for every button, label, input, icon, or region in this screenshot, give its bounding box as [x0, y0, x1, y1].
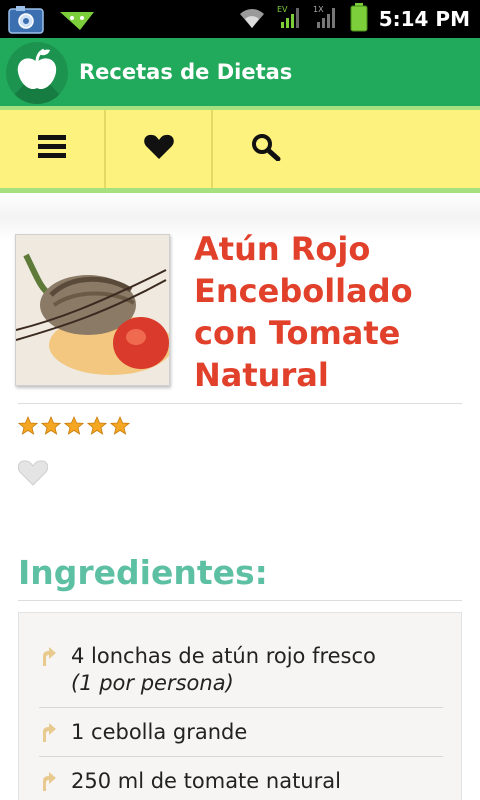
star-icon	[17, 415, 39, 440]
heart-outline-icon	[17, 460, 49, 491]
menu-icon	[38, 135, 66, 163]
star-icon	[109, 415, 131, 440]
svg-text:1X: 1X	[313, 5, 324, 14]
status-time: 5:14 PM	[378, 7, 470, 31]
toolbar	[0, 106, 480, 193]
arrow-icon	[39, 771, 59, 797]
recipe-title-line: con Tomate	[194, 314, 401, 352]
search-icon	[251, 133, 281, 165]
heart-icon	[143, 134, 174, 164]
camera-pro-icon	[8, 3, 48, 39]
ingredient-text: 250 ml de tomate natural	[71, 769, 341, 793]
menu-button[interactable]	[0, 110, 106, 188]
ingredients-list: 4 lonchas de atún rojo fresco (1 por per…	[18, 612, 462, 800]
apple-logo-icon[interactable]	[6, 42, 68, 104]
arrow-icon	[39, 722, 59, 748]
recipe-title-line: Atún Rojo	[194, 230, 371, 268]
svg-text:EV: EV	[277, 5, 288, 14]
list-separator	[39, 756, 443, 757]
recipe-photo	[15, 234, 170, 386]
ingredient-text: 4 lonchas de atún rojo fresco	[71, 644, 376, 668]
recipe-title-line: Encebollado	[194, 272, 413, 310]
recipe-title-line: Natural	[194, 356, 329, 394]
add-favorite-button[interactable]	[17, 459, 49, 491]
search-button[interactable]	[213, 110, 480, 188]
app-bar: Recetas de Dietas	[0, 38, 480, 106]
ingredients-heading: Ingredientes:	[18, 553, 268, 592]
title-divider	[18, 403, 462, 404]
battery-icon	[349, 2, 369, 36]
ingredient-note: (1 por persona)	[71, 671, 234, 695]
status-bar: EV 1X 5:14 PM	[0, 0, 480, 38]
ingredients-divider	[18, 600, 462, 601]
star-icon	[40, 415, 62, 440]
android-usb-icon	[58, 4, 96, 38]
recipe-title: Atún Rojo Encebollado con Tomate Natural	[194, 228, 474, 396]
ev-signal-icon: EV	[277, 4, 303, 34]
wifi-icon	[237, 4, 267, 34]
arrow-icon	[39, 646, 59, 672]
app-title: Recetas de Dietas	[79, 60, 293, 84]
rating-stars	[17, 415, 131, 440]
ingredient-text: 1 cebolla grande	[71, 720, 248, 744]
star-icon	[86, 415, 108, 440]
favorites-button[interactable]	[106, 110, 213, 188]
star-icon	[63, 415, 85, 440]
1x-signal-icon: 1X	[313, 4, 339, 34]
list-separator	[39, 707, 443, 708]
